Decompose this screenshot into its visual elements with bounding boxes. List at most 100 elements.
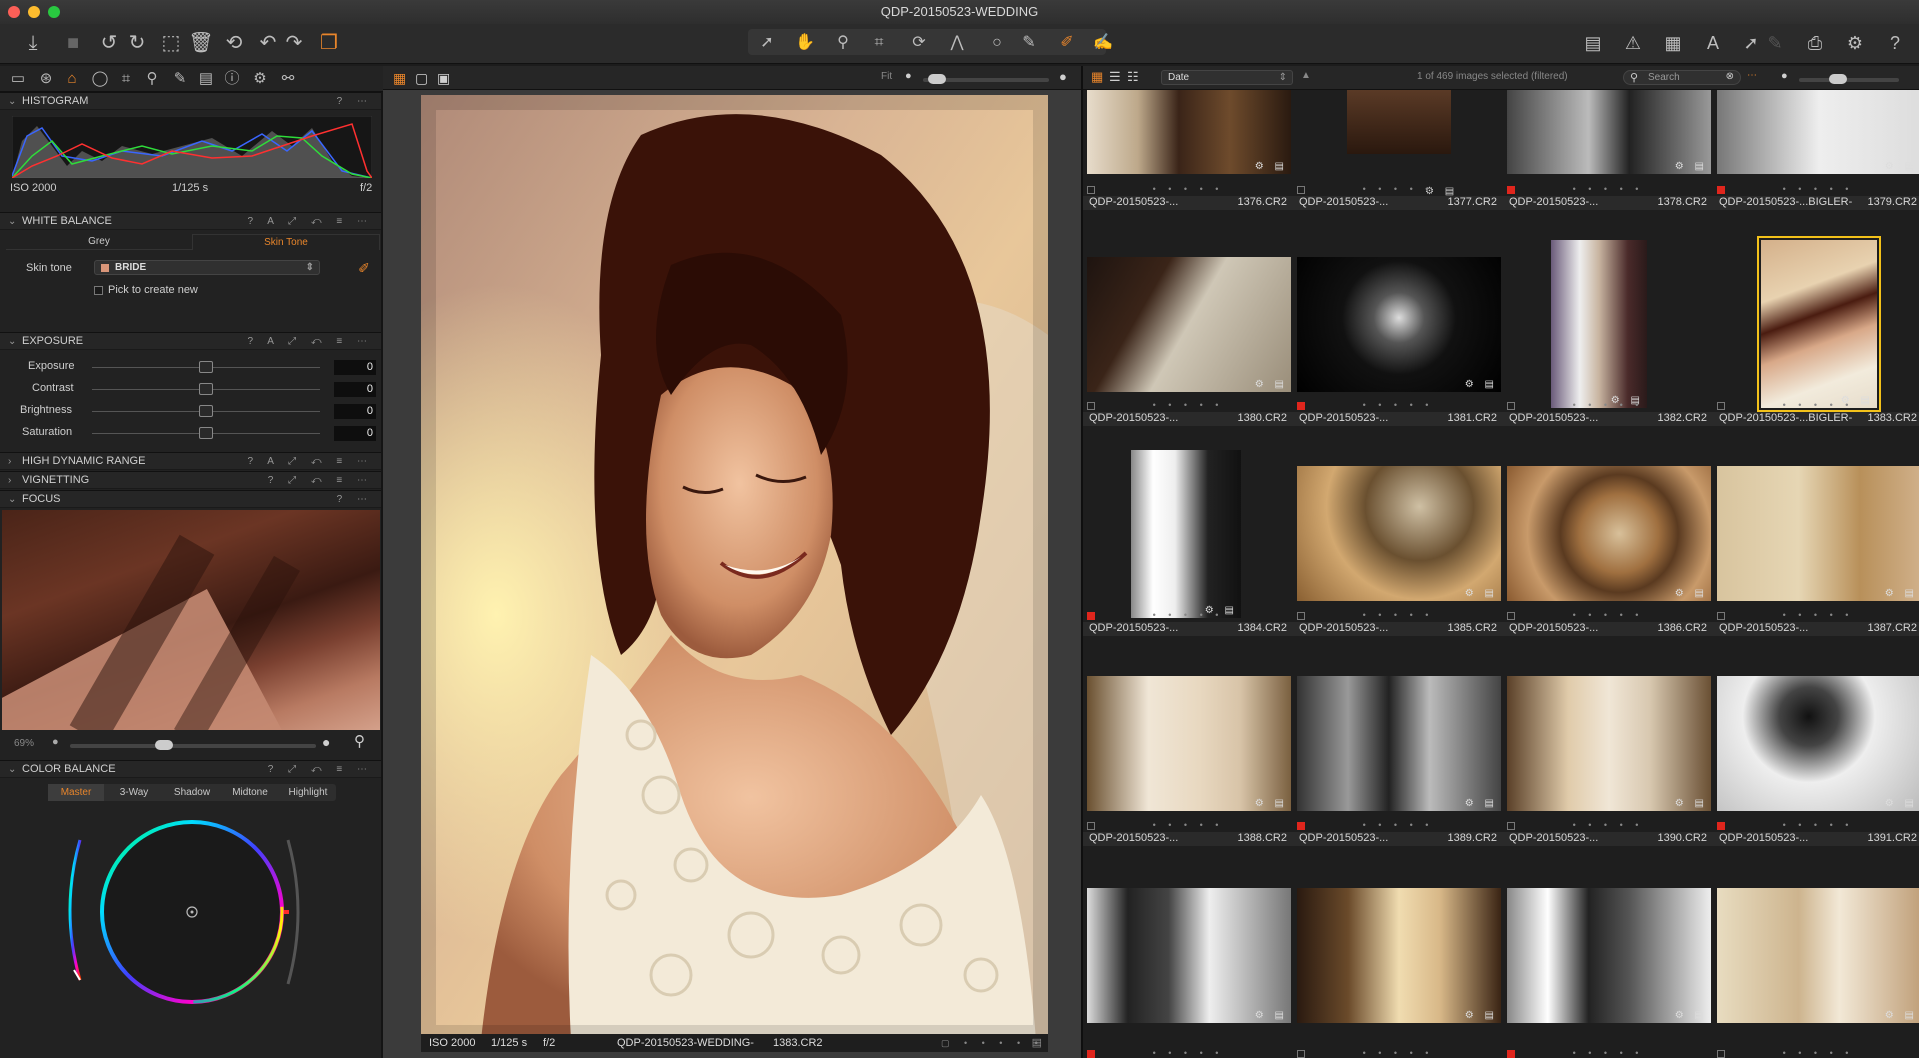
thumbnail-1391[interactable]: ⚙ ▤	[1717, 676, 1919, 811]
sort-direction-icon[interactable]: ▲	[1301, 70, 1311, 81]
hdr-header[interactable]: › HIGH DYNAMIC RANGE ? A ⤢ ↶ ≡ ⋯	[0, 452, 381, 470]
batch-tab-icon[interactable]: ⚙	[250, 69, 270, 89]
brush-icon[interactable]: ✎	[1016, 30, 1042, 56]
section-controls[interactable]: ? ⋯	[337, 93, 373, 110]
redo-icon[interactable]: ↷	[281, 30, 307, 56]
thumb-rating[interactable]: • • • • •	[1503, 400, 1713, 412]
minimize-window-button[interactable]	[28, 6, 40, 18]
thumbnail-1389[interactable]: ⚙ ▤	[1297, 676, 1501, 811]
variants-icon[interactable]: ❐	[316, 30, 342, 56]
color-wheel[interactable]	[66, 820, 326, 1020]
exposure-value[interactable]: 0	[334, 360, 376, 375]
thumbnail-1393[interactable]: ⚙ ▤	[1297, 888, 1501, 1023]
color-tab-icon[interactable]: ⌂	[62, 69, 82, 89]
pick-create-checkbox[interactable]	[94, 286, 103, 295]
thumbnail-1386[interactable]: ⚙ ▤	[1507, 466, 1711, 601]
thumbnail-1384[interactable]: ⚙ ▤	[1131, 450, 1241, 618]
trash-icon[interactable]: 🗑	[188, 30, 214, 56]
rotate-left-icon[interactable]: ↺	[96, 30, 122, 56]
zoom-in-icon[interactable]: ●	[1059, 69, 1067, 84]
crop-icon[interactable]: ⌗	[866, 30, 892, 56]
color-tag[interactable]	[1297, 402, 1305, 410]
person-icon[interactable]: ●	[322, 734, 330, 750]
color-tag[interactable]	[1297, 822, 1305, 830]
library-tab-icon[interactable]: ▭	[8, 69, 28, 89]
thumb-size-slider[interactable]	[1799, 78, 1899, 82]
thumbnail-1376[interactable]: ⚙ ▤	[1087, 90, 1291, 174]
help-icon[interactable]: ?	[1882, 30, 1908, 56]
color-tag[interactable]	[1507, 612, 1515, 620]
search-field[interactable]: ⚲ Search ⊗	[1623, 70, 1741, 85]
settings-icon[interactable]: ⚙	[1842, 30, 1868, 56]
color-tag[interactable]	[1717, 402, 1725, 410]
proof-view-icon[interactable]: ▣	[437, 70, 450, 87]
color-tag[interactable]	[1297, 186, 1305, 194]
color-tag[interactable]	[1087, 822, 1095, 830]
tab-3way[interactable]: 3-Way	[106, 784, 162, 801]
single-view-icon[interactable]: ▢	[415, 70, 428, 87]
details-tab-icon[interactable]: ⚲	[142, 69, 162, 89]
apply-adjustments-icon[interactable]: ✎	[1762, 30, 1788, 56]
copy-apply-icon[interactable]: ✍	[1090, 30, 1116, 56]
thumb-rating[interactable]: • • • • •	[1713, 1048, 1919, 1058]
text-overlay-icon[interactable]: A	[1700, 30, 1726, 56]
zoom-out-icon[interactable]: ●	[905, 70, 912, 82]
lens-tab-icon[interactable]: ◯	[90, 69, 110, 89]
thumb-rating[interactable]: • • • • •	[1713, 400, 1919, 412]
status-info-icon[interactable]: ▤	[1032, 1034, 1042, 1052]
thumbnail-1378[interactable]: ⚙ ▤	[1507, 90, 1711, 174]
exposure-header[interactable]: ⌄ EXPOSURE ? A ⤢ ↶ ≡ ⋯	[0, 332, 381, 350]
color-tag[interactable]	[1087, 1050, 1095, 1058]
thumb-rating[interactable]: • • • • •	[1083, 1048, 1293, 1058]
close-window-button[interactable]	[8, 6, 20, 18]
vignetting-header[interactable]: › VIGNETTING ? ⤢ ↶ ≡ ⋯	[0, 471, 381, 489]
thumb-size-small-icon[interactable]: ●	[1781, 70, 1788, 82]
color-tag[interactable]	[1717, 1050, 1725, 1058]
capture-tab-icon[interactable]: ⊛	[36, 69, 56, 89]
section-controls[interactable]: ? ⤢ ↶ ≡ ⋯	[268, 472, 373, 489]
loupe-icon[interactable]: ⚲	[354, 732, 365, 750]
section-controls[interactable]: ? A ⤢ ↶ ≡ ⋯	[247, 213, 373, 230]
thumb-rating[interactable]: • • • • •	[1083, 400, 1293, 412]
thumbnail-1390[interactable]: ⚙ ▤	[1507, 676, 1711, 811]
metadata-tab-icon[interactable]: ⓘ	[222, 69, 242, 89]
thumbnail-1392[interactable]: ⚙ ▤	[1087, 888, 1291, 1023]
color-tag[interactable]	[1717, 186, 1725, 194]
spot-removal-icon[interactable]: ○	[984, 30, 1010, 56]
color-balance-header[interactable]: ⌄ COLOR BALANCE ? ⤢ ↶ ≡ ⋯	[0, 760, 381, 778]
zoom-window-button[interactable]	[48, 6, 60, 18]
thumb-size-knob[interactable]	[1829, 74, 1847, 84]
color-tag[interactable]	[1507, 1050, 1515, 1058]
thumb-rating[interactable]: • • • • •	[1503, 184, 1713, 196]
thumb-rating[interactable]: • • • • •	[1503, 1048, 1713, 1058]
tab-highlight[interactable]: Highlight	[280, 784, 336, 801]
proof-icon[interactable]: ▤	[1580, 30, 1606, 56]
tab-master[interactable]: Master	[48, 784, 104, 801]
brightness-value[interactable]: 0	[334, 404, 376, 419]
select-cursor-icon[interactable]: ➚	[754, 30, 780, 56]
thumbnail-1377[interactable]	[1347, 90, 1451, 154]
thumbnail-1388[interactable]: ⚙ ▤	[1087, 676, 1291, 811]
composition-tab-icon[interactable]: ⌗	[116, 69, 136, 89]
thumb-rating[interactable]: • • • • •	[1083, 610, 1293, 622]
section-controls[interactable]: ? A ⤢ ↶ ≡ ⋯	[247, 333, 373, 350]
section-controls[interactable]: ? ⋯	[337, 491, 373, 508]
status-rating-dots[interactable]: ▢ • • • • •	[941, 1034, 1044, 1052]
thumbnail-1387[interactable]: ⚙ ▤	[1717, 466, 1919, 601]
thumb-rating[interactable]: • • • • •	[1503, 610, 1713, 622]
camera-icon[interactable]: ■	[60, 30, 86, 56]
keystone-icon[interactable]: ⋀	[944, 30, 970, 56]
sort-select[interactable]: Date ⇕	[1161, 70, 1293, 85]
focus-zoom-slider[interactable]	[70, 744, 316, 748]
color-tag[interactable]	[1087, 186, 1095, 194]
thumbnail-1382[interactable]: ⚙ ▤	[1551, 240, 1647, 408]
multi-view-icon[interactable]: ▦	[393, 70, 406, 87]
section-controls[interactable]: ? ⤢ ↶ ≡ ⋯	[268, 761, 373, 778]
exposure-warning-icon[interactable]: ⚠	[1620, 30, 1646, 56]
tab-shadow[interactable]: Shadow	[164, 784, 220, 801]
thumb-rating[interactable]: • • • • •	[1503, 820, 1713, 832]
thumb-rating[interactable]: • • • • •	[1293, 184, 1503, 196]
thumb-rating[interactable]: • • • • •	[1293, 610, 1503, 622]
focus-zoom-knob[interactable]	[155, 740, 173, 750]
zoom-out-icon[interactable]: ●	[52, 736, 59, 748]
